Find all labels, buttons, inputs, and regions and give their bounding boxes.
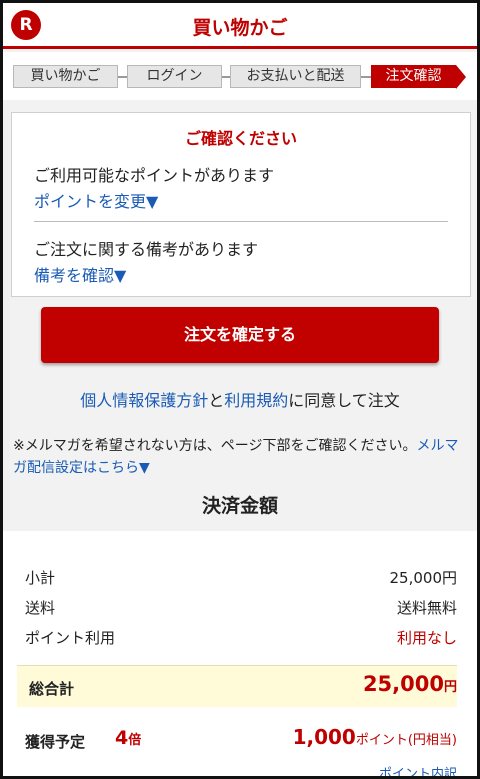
step-active-arrow-icon	[456, 65, 466, 89]
earn-points: 1,000ポイント(円相当)	[293, 725, 457, 749]
points-notice: ご利用可能なポイントがあります	[34, 166, 275, 185]
step-login: ログイン	[127, 65, 222, 88]
earn-label: 獲得予定	[25, 733, 86, 751]
points-used-label: ポイント利用	[25, 629, 116, 647]
remarks-notice: ご注文に関する備考があります	[34, 240, 259, 259]
earn-points-unit: ポイント(円相当)	[355, 733, 457, 748]
agree-text: 個人情報保護方針と利用規約に同意して注文	[3, 387, 477, 411]
confirm-title: ご確認ください	[184, 129, 297, 148]
divider	[34, 221, 448, 222]
change-points-link[interactable]: ポイントを変更▼	[34, 188, 158, 212]
grand-total-label: 総合計	[29, 680, 75, 698]
earn-points-value: 1,000	[292, 725, 356, 749]
shipping-value: 送料無料	[396, 599, 457, 617]
grand-total-unit: 円	[443, 680, 457, 695]
step-order-confirm: 注文確認	[371, 65, 456, 88]
page-title: 買い物かご	[192, 17, 288, 39]
agree-conjunction: と	[208, 391, 225, 410]
payment-amount-title: 決済金額	[201, 495, 278, 517]
agree-suffix: に同意して注文	[288, 391, 400, 410]
step-cart: 買い物かご	[13, 65, 118, 88]
header: R 買い物かご	[3, 3, 477, 49]
shipping-label: 送料	[25, 599, 56, 617]
subtotal-value: 25,000円	[389, 569, 458, 587]
grand-total-row: 総合計 25,000円	[17, 665, 457, 707]
newsletter-note-text: ※メルマガを希望されない方は、ページ下部をご確認ください。	[13, 438, 417, 454]
subtotal-label: 小計	[25, 569, 56, 587]
confirm-order-button[interactable]: 注文を確定する	[41, 307, 439, 363]
earn-multiplier-unit: 倍	[128, 733, 142, 748]
check-remarks-link[interactable]: 備考を確認▼	[34, 262, 126, 286]
points-used-value: 利用なし	[396, 629, 457, 647]
earn-multiplier: 4倍	[115, 727, 141, 749]
confirm-notice-box: ご確認ください ご利用可能なポイントがあります ポイントを変更▼ ご注文に関する…	[11, 112, 471, 297]
step-payment-shipping: お支払いと配送	[230, 65, 361, 88]
checkout-steps: 買い物かご ログイン お支払いと配送 注文確認	[3, 52, 477, 100]
checkout-page: R 買い物かご 買い物かご ログイン お支払いと配送 注文確認 ご確認ください …	[0, 0, 480, 779]
grand-total-value: 25,000円	[363, 672, 457, 696]
payment-summary: 小計 25,000円 送料 送料無料 ポイント利用 利用なし 総合計 25,00…	[3, 531, 477, 776]
privacy-policy-link[interactable]: 個人情報保護方針	[80, 391, 208, 410]
earn-multiplier-value: 4	[115, 727, 129, 749]
points-detail-link[interactable]: ポイント内訳	[379, 763, 457, 776]
grand-total-amount: 25,000	[362, 672, 444, 696]
terms-link[interactable]: 利用規約	[224, 391, 288, 410]
newsletter-note: ※メルマガを希望されない方は、ページ下部をご確認ください。メルマガ配信設定はこち…	[13, 435, 471, 479]
